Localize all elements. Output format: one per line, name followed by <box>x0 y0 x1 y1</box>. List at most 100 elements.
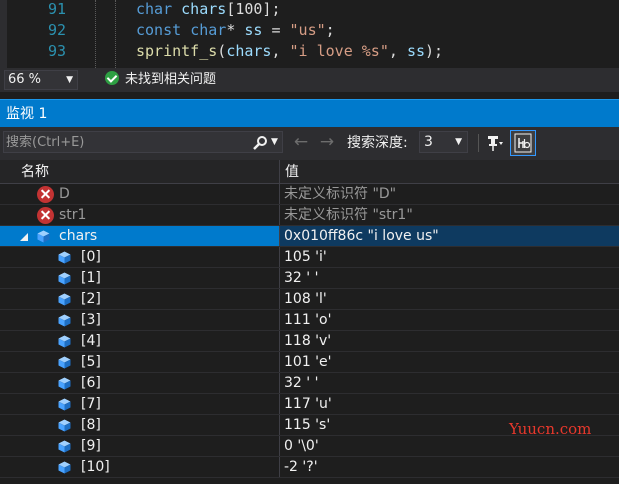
error-icon <box>37 186 54 203</box>
watch-row-element[interactable]: [4] 118 'v' <box>0 331 619 352</box>
code-token: ); <box>425 42 444 60</box>
watch-row-name-cell[interactable]: str1 <box>0 205 280 225</box>
variable-cube-icon <box>58 314 71 327</box>
code-token: ss <box>244 21 263 39</box>
watch-row-error[interactable]: str1 未定义标识符 "str1" <box>0 205 619 226</box>
watch-row-value[interactable]: 32 ' ' <box>284 268 619 288</box>
watch-row-name: [4] <box>81 333 101 349</box>
watch-row-name: str1 <box>59 207 87 223</box>
line-number: 92 <box>47 21 66 39</box>
watch-row-element[interactable]: [3] 111 'o' <box>0 310 619 331</box>
code-token: "us" <box>289 21 326 39</box>
watch-row-name-cell[interactable]: [1] <box>0 268 280 288</box>
watch-row-name: [5] <box>81 354 101 370</box>
watch-row-value[interactable]: 101 'e' <box>284 352 619 372</box>
watch-row-value[interactable]: 未定义标识符 "str1" <box>284 205 619 225</box>
column-divider <box>279 247 280 267</box>
code-text: const char* ss = "us"; <box>136 20 335 41</box>
watch-row-element[interactable]: [10] -2 '?' <box>0 457 619 478</box>
watch-row-element[interactable]: [7] 117 'u' <box>0 394 619 415</box>
code-text: char chars[100]; <box>136 0 281 20</box>
code-line[interactable]: 93 sprintf_s(chars, "i love %s", ss); <box>0 41 619 62</box>
column-divider[interactable] <box>279 160 280 184</box>
column-divider <box>279 373 280 393</box>
watch-row-value[interactable]: 111 'o' <box>284 310 619 330</box>
watch-row-name-cell[interactable]: [6] <box>0 373 280 393</box>
watch-row-value[interactable]: 未定义标识符 "D" <box>284 184 619 204</box>
code-token: * <box>226 21 245 39</box>
column-header-value[interactable]: 值 <box>285 160 299 184</box>
column-divider <box>279 352 280 372</box>
watch-row-value[interactable]: 118 'v' <box>284 331 619 351</box>
pin-filter-icon[interactable] <box>486 134 504 152</box>
issues-indicator[interactable]: 未找到相关问题 <box>105 71 216 89</box>
watch-row-name-cell[interactable]: [0] <box>0 247 280 267</box>
watch-row-name: [8] <box>81 417 101 433</box>
watch-row-element[interactable]: [2] 108 'l' <box>0 289 619 310</box>
variable-cube-icon <box>58 377 71 390</box>
search-input[interactable] <box>6 133 246 151</box>
watch-row-name-cell[interactable]: [3] <box>0 310 280 330</box>
code-editor[interactable]: 91 char chars[100]; 92 const char* ss = "us… <box>0 0 619 68</box>
watch-row-value[interactable]: 108 'l' <box>284 289 619 309</box>
hex-display-toggle[interactable] <box>510 130 536 156</box>
zoom-select[interactable]: 66 % ▼ <box>4 70 78 90</box>
watch-row-name: [2] <box>81 291 101 307</box>
code-line[interactable]: 91 char chars[100]; <box>0 0 619 20</box>
watch-row-name: [6] <box>81 375 101 391</box>
watch-row-element[interactable]: [0] 105 'i' <box>0 247 619 268</box>
watch-row-error[interactable]: D 未定义标识符 "D" <box>0 184 619 205</box>
code-text: sprintf_s(chars, "i love %s", ss); <box>136 41 443 62</box>
chevron-down-icon: ▼ <box>66 75 73 85</box>
error-icon <box>37 207 54 224</box>
watch-row-value[interactable]: 117 'u' <box>284 394 619 414</box>
watch-row-name: [1] <box>81 270 101 286</box>
column-divider <box>279 268 280 288</box>
watch-row-value[interactable]: 32 ' ' <box>284 373 619 393</box>
watch-row-name-cell[interactable]: [8] <box>0 415 280 435</box>
watch-row-value[interactable]: -2 '?' <box>284 457 619 477</box>
watch-row-value[interactable]: 0x010ff86c "i love us" <box>284 226 619 246</box>
watch-window-title[interactable]: 监视 1 <box>0 99 619 127</box>
watch-row-value[interactable]: 105 'i' <box>284 247 619 267</box>
hex-icon <box>514 133 532 153</box>
arrow-left-icon[interactable]: ← <box>291 132 311 152</box>
watch-row-name-cell[interactable]: [5] <box>0 352 280 372</box>
search-icon[interactable] <box>252 135 268 151</box>
column-divider <box>279 457 280 477</box>
watch-row-name-cell[interactable]: chars <box>0 226 280 246</box>
arrow-right-icon[interactable]: → <box>317 132 337 152</box>
column-divider <box>279 205 280 225</box>
watch-row-element[interactable]: [9] 0 '\0' <box>0 436 619 457</box>
watch-row-name-cell[interactable]: [4] <box>0 331 280 351</box>
watch-row-name-cell[interactable]: [10] <box>0 457 280 477</box>
watch-row-element[interactable]: [1] 32 ' ' <box>0 268 619 289</box>
watch-row-name-cell[interactable]: D <box>0 184 280 204</box>
issues-text: 未找到相关问题 <box>125 72 217 87</box>
column-divider <box>279 226 280 246</box>
watch-row-chars[interactable]: chars 0x010ff86c "i love us" <box>0 226 619 247</box>
watch-row-name-cell[interactable]: [7] <box>0 394 280 414</box>
search-depth-select[interactable]: 3 ▼ <box>419 131 468 153</box>
code-token: ; <box>325 21 335 39</box>
variable-cube-icon <box>58 461 71 474</box>
code-line[interactable]: 92 const char* ss = "us"; <box>0 20 619 41</box>
watch-row-element[interactable]: [6] 32 ' ' <box>0 373 619 394</box>
column-header-name[interactable]: 名称 <box>21 160 49 184</box>
watch-row-name-cell[interactable]: [2] <box>0 289 280 309</box>
watch-row-element[interactable]: [5] 101 'e' <box>0 352 619 373</box>
search-options-chevron-icon[interactable]: ▼ <box>271 133 278 151</box>
watch-row-value[interactable]: 0 '\0' <box>284 436 619 456</box>
variable-cube-icon <box>58 335 71 348</box>
variable-cube-icon <box>37 230 50 243</box>
check-circle-icon <box>105 71 119 85</box>
column-divider <box>279 394 280 414</box>
editor-status-bar: 66 % ▼ 未找到相关问题 <box>0 68 619 92</box>
watch-row-name-cell[interactable]: [9] <box>0 436 280 456</box>
collapse-arrow-icon[interactable] <box>20 233 28 241</box>
variable-cube-icon <box>58 251 71 264</box>
search-depth-label: 搜索深度: <box>347 135 408 151</box>
variable-cube-icon <box>58 440 71 453</box>
variable-cube-icon <box>58 419 71 432</box>
watch-row-name: [0] <box>81 249 101 265</box>
